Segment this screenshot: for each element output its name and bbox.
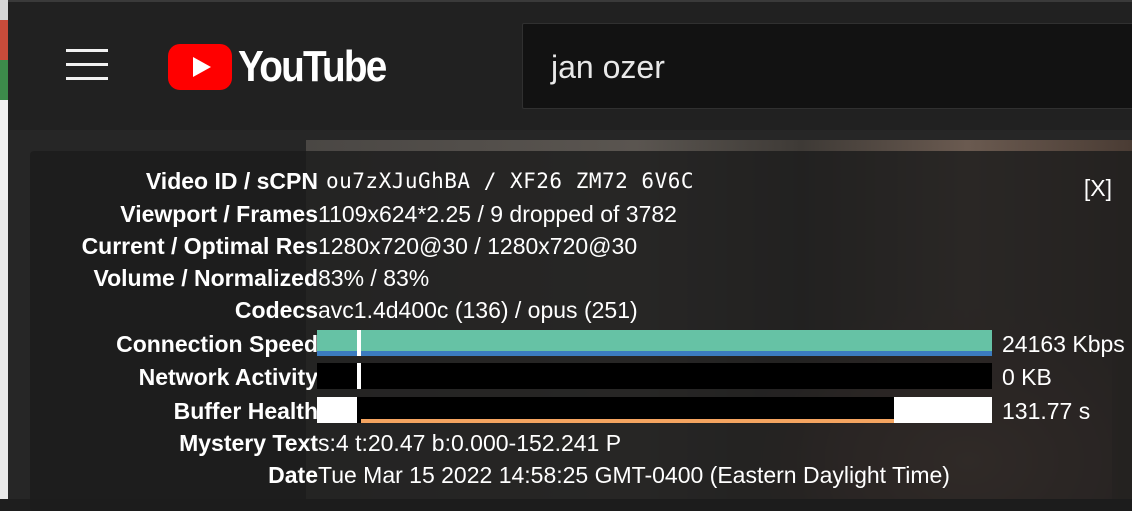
stats-value: Tue Mar 15 2022 14:58:25 GMT-0400 (Easte…	[318, 462, 950, 488]
stats-row-connection-speed: Connection Speed 24163 Kbps	[30, 328, 1132, 360]
stats-row-viewport: Viewport / Frames 1109x624*2.25 / 9 drop…	[30, 198, 1132, 230]
connection-speed-graph	[317, 330, 992, 356]
stats-label: Network Activity	[138, 364, 318, 390]
menu-icon[interactable]	[66, 49, 108, 81]
stats-row-video-id: Video ID / sCPN ou7zXJuGhBA / XF26 ZM72 …	[30, 165, 1132, 197]
stats-row-buffer-health: Buffer Health 131.77 s	[30, 395, 1132, 427]
stats-value: ou7zXJuGhBA / XF26 ZM72 6V6C	[326, 169, 695, 193]
stats-label: Date	[268, 462, 318, 488]
masthead: YouTube jan ozer	[8, 0, 1132, 132]
stats-value: 1280x720@30 / 1280x720@30	[318, 233, 638, 259]
stats-label: Codecs	[234, 297, 318, 323]
stats-label: Volume / Normalized	[93, 265, 318, 291]
stats-value: 83% / 83%	[318, 265, 430, 291]
logo-text: YouTube	[238, 42, 387, 91]
stats-row-codecs: Codecs avc1.4d400c (136) / opus (251)	[30, 294, 1132, 326]
network-activity-graph	[317, 363, 992, 389]
stats-value: 131.77 s	[1002, 398, 1091, 424]
stats-row-mystery-text: Mystery Text s:4 t:20.47 b:0.000-152.241…	[30, 427, 1132, 459]
stats-value: 0 KB	[1002, 364, 1052, 390]
youtube-logo[interactable]: YouTube	[168, 42, 406, 91]
stats-row-date: Date Tue Mar 15 2022 14:58:25 GMT-0400 (…	[30, 459, 1132, 491]
background-window-edge	[0, 0, 8, 499]
stats-row-network-activity: Network Activity 0 KB	[30, 361, 1132, 393]
stats-row-resolution: Current / Optimal Res 1280x720@30 / 1280…	[30, 230, 1132, 262]
stats-label: Buffer Health	[173, 398, 318, 424]
search-input[interactable]: jan ozer	[522, 23, 1132, 109]
youtube-logo-icon	[168, 44, 232, 90]
stats-label: Connection Speed	[116, 331, 318, 357]
stats-value: avc1.4d400c (136) / opus (251)	[318, 297, 638, 323]
stats-label: Mystery Text	[179, 430, 318, 456]
stats-label: Current / Optimal Res	[81, 233, 318, 259]
stats-value: s:4 t:20.47 b:0.000-152.241 P	[318, 430, 622, 456]
stats-label: Viewport / Frames	[120, 201, 318, 227]
stats-value: 24163 Kbps	[1002, 331, 1125, 357]
stats-for-nerds-panel: [X] Video ID / sCPN ou7zXJuGhBA / XF26 Z…	[30, 151, 1132, 511]
buffer-health-graph	[317, 397, 992, 423]
stats-label: Video ID / sCPN	[145, 168, 318, 194]
stats-value: 1109x624*2.25 / 9 dropped of 3782	[318, 201, 677, 227]
stats-row-volume: Volume / Normalized 83% / 83%	[30, 262, 1132, 294]
